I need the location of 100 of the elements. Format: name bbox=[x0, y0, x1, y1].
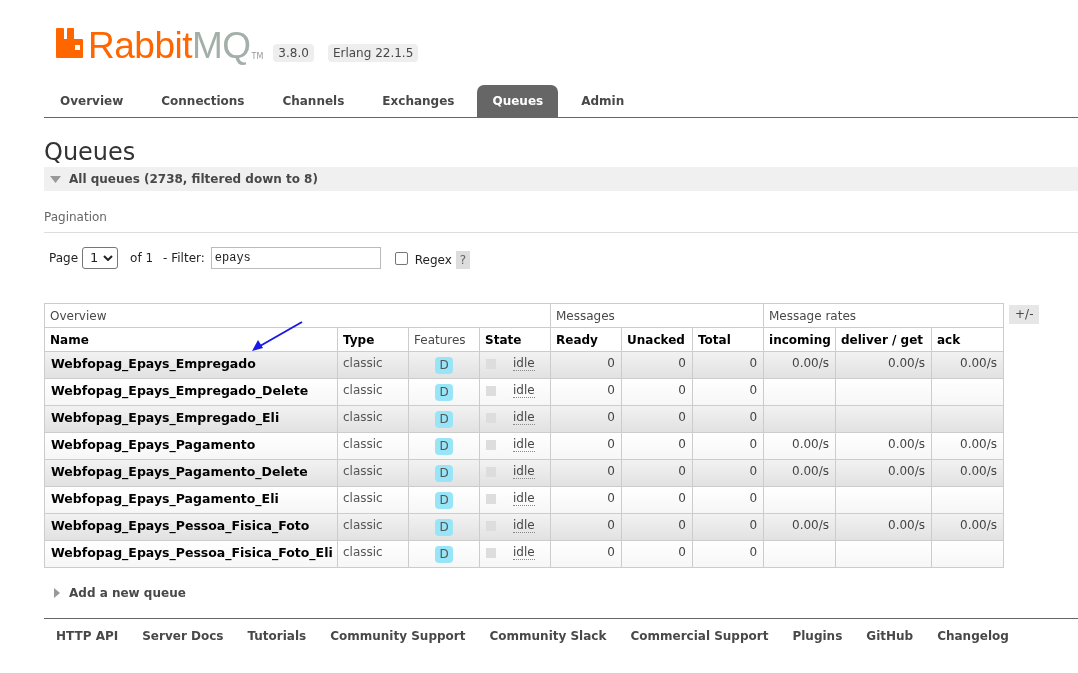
state-text: idle bbox=[513, 464, 535, 479]
footer-link[interactable]: Tutorials bbox=[247, 628, 307, 644]
table-cell: 0 bbox=[692, 459, 764, 487]
table-cell: 0.00/s bbox=[835, 459, 932, 487]
filter-label: - Filter: bbox=[163, 250, 205, 267]
table-cell: 0 bbox=[621, 513, 693, 541]
table-cell: 0 bbox=[550, 486, 622, 514]
nav-tab[interactable]: Overview bbox=[45, 85, 139, 117]
table-cell: 0 bbox=[550, 513, 622, 541]
feature-badge: D bbox=[435, 438, 453, 455]
logo-wordmark: RabbitMQ bbox=[88, 27, 251, 64]
table-cell: 0.00/s bbox=[931, 513, 1004, 541]
footer-link[interactable]: Server Docs bbox=[142, 628, 224, 644]
state-text: idle bbox=[513, 518, 535, 533]
regex-label: Regex bbox=[414, 251, 452, 269]
column-header[interactable]: Name bbox=[44, 327, 338, 352]
column-group-header: Messages bbox=[550, 303, 764, 328]
table-cell: 0 bbox=[692, 405, 764, 433]
toggle-columns-button[interactable]: +/- bbox=[1009, 305, 1040, 324]
table-cell: 0.00/s bbox=[931, 459, 1004, 487]
nav-tab[interactable]: Admin bbox=[566, 85, 640, 117]
table-cell: 0 bbox=[621, 432, 693, 460]
section-label: Pagination bbox=[44, 210, 107, 224]
footer-link[interactable]: Changelog bbox=[937, 628, 1009, 644]
table-cell: 0 bbox=[621, 405, 693, 433]
table-cell: 0 bbox=[621, 459, 693, 487]
table-cell: 0.00/s bbox=[835, 351, 932, 379]
logo-icon bbox=[56, 28, 83, 58]
footer-link[interactable]: Community Slack bbox=[489, 628, 607, 644]
table-cell: 0 bbox=[692, 486, 764, 514]
table-cell: 0 bbox=[692, 351, 764, 379]
table-cell: 0.00/s bbox=[835, 432, 932, 460]
table-cell: 0.00/s bbox=[763, 459, 836, 487]
status-square-icon bbox=[486, 385, 496, 396]
footer-link[interactable]: HTTP API bbox=[56, 628, 119, 644]
table-cell: 0.00/s bbox=[931, 432, 1004, 460]
status-square-icon bbox=[486, 493, 496, 504]
feature-badge: D bbox=[435, 357, 453, 374]
table-cell: 0.00/s bbox=[835, 513, 932, 541]
footer-link[interactable]: Commercial Support bbox=[630, 628, 769, 644]
table-cell: classic bbox=[337, 432, 409, 460]
table-cell: classic bbox=[337, 351, 409, 379]
table-cell: 0 bbox=[550, 351, 622, 379]
filter-input[interactable]: epays bbox=[210, 247, 381, 269]
state-text: idle bbox=[513, 491, 535, 506]
footer-link[interactable]: Plugins bbox=[792, 628, 843, 644]
table-cell: 0 bbox=[621, 378, 693, 406]
table-cell: 0 bbox=[692, 513, 764, 541]
table-cell: 0 bbox=[550, 540, 622, 568]
table-cell: 0 bbox=[621, 486, 693, 514]
chevron-down-icon bbox=[103, 255, 114, 261]
table-cell: 0 bbox=[550, 405, 622, 433]
feature-badge: D bbox=[435, 465, 453, 482]
table-cell: classic bbox=[337, 486, 409, 514]
table-cell: 0.00/s bbox=[931, 351, 1004, 379]
section-title[interactable]: Add a new queue bbox=[69, 584, 186, 602]
collapse-triangle-icon[interactable] bbox=[50, 175, 61, 183]
column-group-header: Overview bbox=[44, 303, 551, 328]
state-text: idle bbox=[513, 545, 535, 560]
feature-badge: D bbox=[435, 411, 453, 428]
section-title[interactable]: All queues (2738, filtered down to 8) bbox=[69, 170, 318, 188]
feature-badge: D bbox=[435, 519, 453, 536]
table-cell: 0 bbox=[550, 378, 622, 406]
table-cell: 0 bbox=[550, 459, 622, 487]
column-group-header: Message rates bbox=[763, 303, 1004, 328]
table-cell: 0 bbox=[621, 540, 693, 568]
regex-checkbox[interactable] bbox=[394, 251, 408, 265]
table-cell: classic bbox=[337, 513, 409, 541]
table-cell: 0 bbox=[621, 351, 693, 379]
page-count-text: of 1 bbox=[130, 250, 154, 267]
page-label: Page bbox=[49, 250, 79, 267]
version-badge: 3.8.0 bbox=[273, 44, 314, 62]
column-header[interactable]: deliver / get bbox=[835, 327, 932, 352]
table-cell: 0 bbox=[692, 432, 764, 460]
feature-badge: D bbox=[435, 384, 453, 401]
state-text: idle bbox=[513, 410, 535, 425]
version-badge: Erlang 22.1.5 bbox=[327, 44, 419, 62]
table-cell: 0.00/s bbox=[763, 432, 836, 460]
nav-tab[interactable]: Exchanges bbox=[367, 85, 470, 117]
table-cell: 0 bbox=[692, 378, 764, 406]
table-cell: classic bbox=[337, 405, 409, 433]
status-square-icon bbox=[486, 547, 496, 558]
table-cell: classic bbox=[337, 540, 409, 568]
footer-link[interactable]: GitHub bbox=[866, 628, 914, 644]
table-cell: classic bbox=[337, 459, 409, 487]
table-cell: 0.00/s bbox=[763, 351, 836, 379]
page-select[interactable]: 1 bbox=[82, 247, 119, 269]
nav-tab[interactable]: Queues bbox=[477, 85, 559, 117]
expand-triangle-icon[interactable] bbox=[54, 588, 60, 598]
page-title: Queues bbox=[44, 137, 137, 167]
help-button[interactable]: ? bbox=[455, 251, 471, 269]
table-cell: 0 bbox=[550, 432, 622, 460]
status-square-icon bbox=[486, 439, 496, 450]
nav-tab[interactable]: Connections bbox=[146, 85, 260, 117]
table-cell: 0.00/s bbox=[763, 513, 836, 541]
state-text: idle bbox=[513, 383, 535, 398]
table-cell: classic bbox=[337, 378, 409, 406]
footer-link[interactable]: Community Support bbox=[330, 628, 466, 644]
nav-tab[interactable]: Channels bbox=[267, 85, 360, 117]
feature-badge: D bbox=[435, 546, 453, 563]
